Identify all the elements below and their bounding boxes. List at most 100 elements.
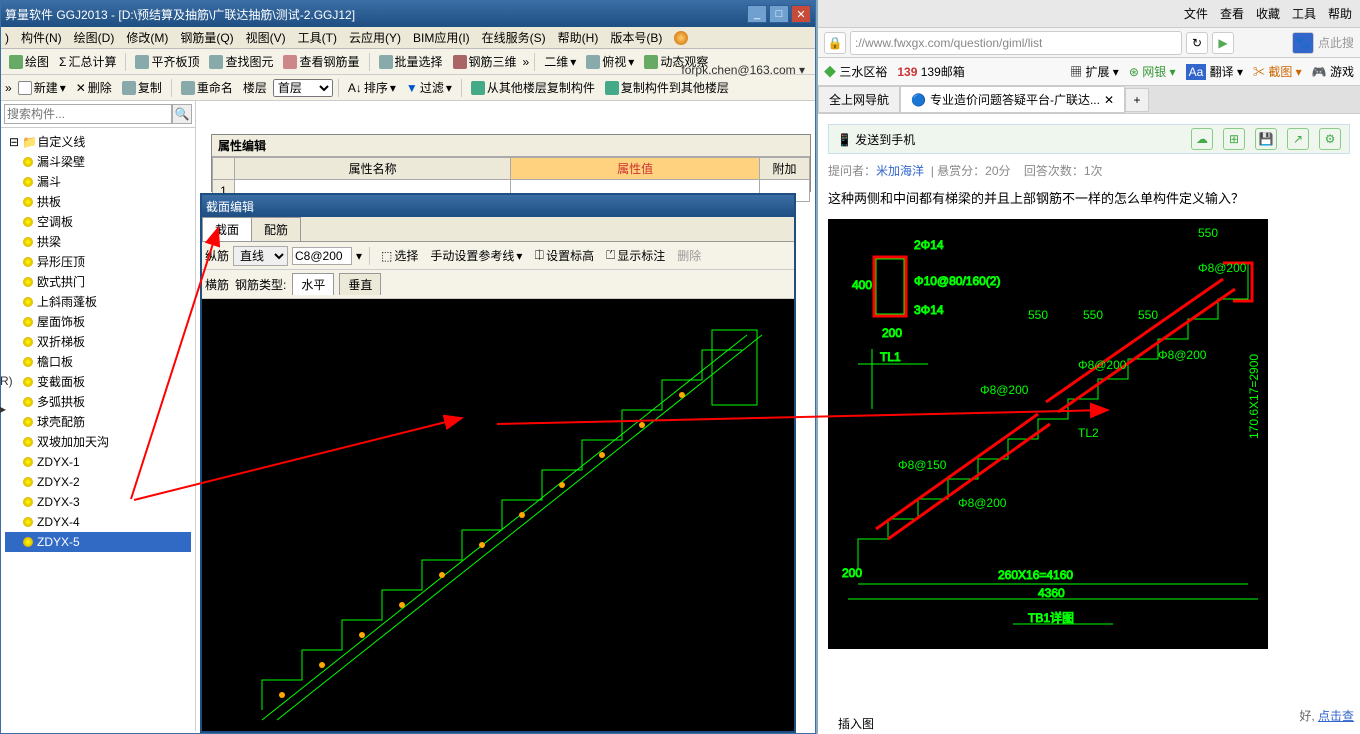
delete-button[interactable]: ✕ 删除	[72, 77, 116, 98]
bookmark-2[interactable]: 139 139邮箱	[897, 63, 964, 80]
menu-online[interactable]: 在线服务(S)	[476, 27, 552, 48]
dim2-button[interactable]: 二维 ▾	[540, 51, 580, 72]
search-input[interactable]	[4, 104, 172, 124]
tree-item[interactable]: 漏斗	[5, 172, 191, 192]
menu-tool[interactable]: 工具(T)	[292, 27, 343, 48]
find-button[interactable]: 查找图元	[205, 51, 277, 72]
rebar-code-input[interactable]	[292, 247, 352, 265]
vert-button[interactable]: 垂直	[339, 273, 381, 295]
minimize-button[interactable]: _	[747, 5, 767, 23]
browser-tab-1[interactable]: 全上网导航	[818, 86, 900, 113]
select-button[interactable]: ⬚ 选择	[377, 245, 422, 266]
snap-button[interactable]: ✂ 截图 ▾	[1253, 63, 1302, 80]
paw-icon[interactable]: 🐾	[1292, 32, 1314, 54]
tree-item[interactable]: 檐口板	[5, 352, 191, 372]
tree-item[interactable]: ZDYX-4	[5, 512, 191, 532]
delete-rebar-button[interactable]: 删除	[673, 245, 705, 266]
copyfrom-button[interactable]: 从其他楼层复制构件	[467, 77, 599, 98]
rename-button[interactable]: 重命名	[177, 77, 237, 98]
tree-item[interactable]: 漏斗梁壁	[5, 152, 191, 172]
set-height-button[interactable]: ⎅ 设置标高	[530, 245, 598, 266]
menu-modify[interactable]: 修改(M)	[120, 27, 174, 48]
bank-button[interactable]: ⊛ 网银 ▾	[1129, 63, 1176, 80]
new-button[interactable]: 新建 ▾	[14, 77, 70, 98]
br-menu-file[interactable]: 文件	[1184, 5, 1208, 22]
tree-item[interactable]: 变截面板	[5, 372, 191, 392]
section-canvas[interactable]	[202, 299, 794, 731]
close-button[interactable]: ✕	[791, 5, 811, 23]
horiz-button[interactable]: 水平	[292, 273, 334, 295]
address-bar[interactable]	[850, 31, 1182, 55]
copyto-button[interactable]: 复制构件到其他楼层	[601, 77, 733, 98]
share-icon[interactable]: ↗	[1287, 128, 1309, 150]
maximize-button[interactable]: □	[769, 5, 789, 23]
cloud-icon[interactable]: ☁	[1191, 128, 1213, 150]
draw-button[interactable]: 绘图	[5, 51, 53, 72]
menu-help[interactable]: 帮助(H)	[552, 27, 605, 48]
search-button[interactable]: 🔍	[172, 104, 192, 124]
tree-item[interactable]: 异形压顶	[5, 252, 191, 272]
tree-item[interactable]: 双折梯板	[5, 332, 191, 352]
menu-version[interactable]: 版本号(B)	[604, 27, 668, 48]
tree-item[interactable]: ZDYX-3	[5, 492, 191, 512]
br-menu-tool[interactable]: 工具	[1292, 5, 1316, 22]
tree-item[interactable]: 欧式拱门	[5, 272, 191, 292]
tree-item[interactable]: 球壳配筋	[5, 412, 191, 432]
line-select[interactable]: 直线	[233, 246, 288, 266]
svg-text:Φ8@200: Φ8@200	[1198, 261, 1247, 275]
click-link[interactable]: 点击查	[1318, 709, 1354, 723]
tree-item[interactable]: ZDYX-1	[5, 452, 191, 472]
tab-rebar[interactable]: 配筋	[251, 217, 301, 241]
copy-button[interactable]: 复制	[118, 77, 166, 98]
tree-item[interactable]: ZDYX-2	[5, 472, 191, 492]
new-tab-button[interactable]: +	[1125, 88, 1149, 112]
br-menu-help[interactable]: 帮助	[1328, 5, 1352, 22]
refresh-button[interactable]: ↻	[1186, 32, 1208, 54]
ext-button[interactable]: ▦ 扩展 ▾	[1070, 63, 1119, 80]
menu-rebar[interactable]: 钢筋量(Q)	[174, 27, 239, 48]
asker-link[interactable]: 米加海洋	[876, 164, 924, 178]
tree-item[interactable]: 双坡加加天沟	[5, 432, 191, 452]
translate-button[interactable]: Aa 翻译 ▾	[1186, 63, 1243, 80]
send-phone-button[interactable]: 📱 发送到手机	[837, 131, 915, 148]
flat-button[interactable]: 平齐板顶	[131, 51, 203, 72]
br-menu-view[interactable]: 查看	[1220, 5, 1244, 22]
menu-cloud[interactable]: 云应用(Y)	[343, 27, 407, 48]
save-icon[interactable]: 💾	[1255, 128, 1277, 150]
game-button[interactable]: 🎮 游戏	[1312, 63, 1354, 80]
rebar3d-button[interactable]: 钢筋三维	[449, 51, 521, 72]
tree-item[interactable]: 空调板	[5, 212, 191, 232]
tree-item[interactable]: 上斜雨蓬板	[5, 292, 191, 312]
insert-img-button[interactable]: 插入图	[838, 715, 874, 732]
menu-goujian[interactable]: 构件(N)	[15, 27, 68, 48]
user-email[interactable]: forpk.chen@163.com ▾	[681, 63, 805, 77]
batch-button[interactable]: 批量选择	[375, 51, 447, 72]
bookmark-1[interactable]: ◆ 三水区裕	[824, 63, 887, 80]
calc-button[interactable]: Σ 汇总计算	[55, 51, 120, 72]
menu-view[interactable]: 视图(V)	[240, 27, 292, 48]
browser-tab-2[interactable]: 🔵 专业造价问题答疑平台-广联达... ✕	[900, 86, 1125, 113]
tree-item[interactable]: 拱板	[5, 192, 191, 212]
menu-draw[interactable]: 绘图(D)	[68, 27, 121, 48]
asker-label: 提问者：	[828, 164, 876, 178]
topview-button[interactable]: 俯视 ▾	[582, 51, 638, 72]
gear-icon[interactable]: ⚙	[1319, 128, 1341, 150]
show-anno-button[interactable]: ⏍ 显示标注	[602, 245, 669, 266]
filter-button[interactable]: ▼过滤 ▾	[402, 77, 456, 98]
sort-button[interactable]: A↓ 排序 ▾	[344, 77, 400, 98]
tree-item-selected[interactable]: ZDYX-5	[5, 532, 191, 552]
svg-text:170.6X17=2900: 170.6X17=2900	[1247, 354, 1261, 439]
rebar-view-button[interactable]: 查看钢筋量	[279, 51, 363, 72]
go-button[interactable]: ▶	[1212, 32, 1234, 54]
manual-ref-button[interactable]: 手动设置参考线 ▾	[426, 245, 526, 266]
tree-item[interactable]: 屋面饰板	[5, 312, 191, 332]
tree-item[interactable]: 拱梁	[5, 232, 191, 252]
menu-bim[interactable]: BIM应用(I)	[407, 27, 476, 48]
floor-select[interactable]: 首层	[273, 79, 333, 97]
tree-item[interactable]: 多弧拱板	[5, 392, 191, 412]
tree-root[interactable]: ⊟ 📁 自定义线	[5, 132, 191, 152]
br-menu-fav[interactable]: 收藏	[1256, 5, 1280, 22]
grid-icon[interactable]: ⊞	[1223, 128, 1245, 150]
tab-section[interactable]: 截面	[202, 217, 252, 241]
search-hint[interactable]: 点此搜	[1318, 34, 1354, 51]
